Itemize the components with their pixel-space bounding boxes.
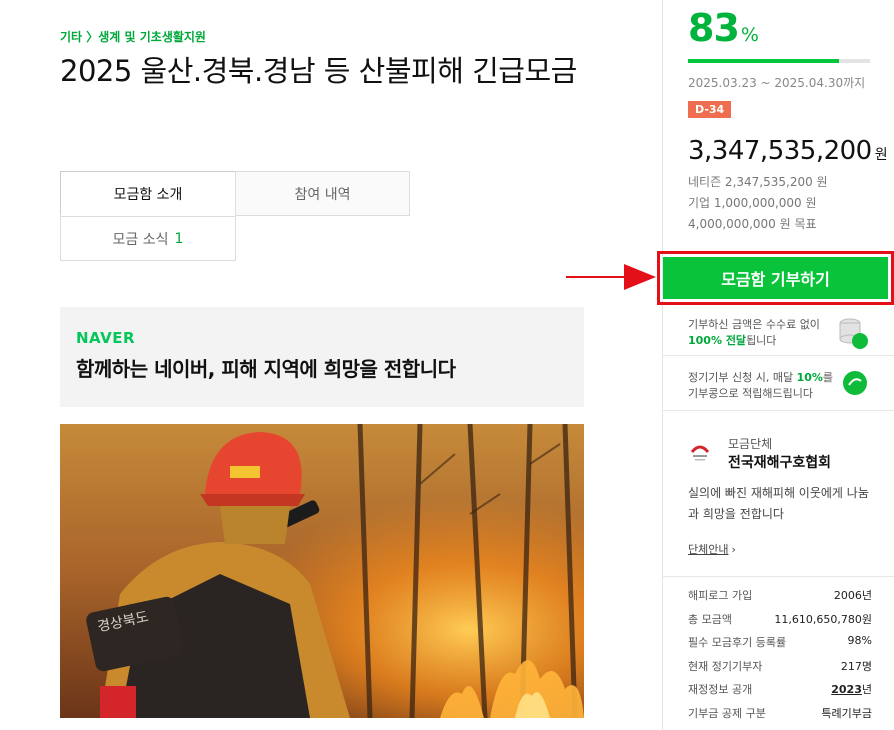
amount-breakdown: 네티즌 2,347,535,200 원 기업 1,000,000,000 원 4… — [688, 172, 828, 235]
amount-value: 3,347,535,200 — [688, 136, 872, 166]
total-amount: 3,347,535,200 원 — [688, 136, 888, 166]
naver-logo: NAVER — [76, 329, 136, 347]
benefit2-bold: 10% — [796, 371, 823, 384]
org-name[interactable]: 전국재해구호협회 — [728, 452, 831, 472]
stats-divider — [663, 576, 894, 577]
section-divider — [663, 410, 894, 411]
stat-value: 특례기부금 — [821, 706, 872, 720]
dday-badge: D-34 — [688, 101, 732, 118]
financial-year-link[interactable]: 2023 — [831, 683, 862, 696]
org-logo-icon — [690, 445, 710, 461]
stat-label: 해피로그 가입 — [688, 589, 753, 602]
benefit-regular: 정기기부 신청 시, 매달 10%를 기부콩으로 적립해드립니다 — [688, 370, 833, 402]
company-amount: 기업 1,000,000,000 원 — [688, 196, 817, 210]
stat-label: 기부금 공제 구분 — [688, 706, 766, 720]
stat-label: 현재 정기기부자 — [688, 659, 763, 673]
amount-unit: 원 — [874, 147, 888, 163]
stat-value: 11,610,650,780원 — [774, 612, 872, 626]
stat-label: 재정정보 공개 — [688, 683, 753, 696]
benefit1-bold: 100% 전달 — [688, 334, 747, 347]
benefit1-line1: 기부하신 금액은 수수료 없이 — [688, 318, 820, 331]
percent-unit: % — [740, 24, 759, 46]
tab-news[interactable]: 모금 소식 1 — [60, 216, 236, 261]
stat-label: 필수 모금후기 등록률 — [688, 636, 787, 649]
benefit2-line2: 기부콩으로 적립해드립니다 — [688, 387, 813, 400]
percent-value: 83 — [688, 6, 740, 50]
chevron-right-icon: › — [731, 543, 736, 556]
tab-intro[interactable]: 모금함 소개 — [60, 171, 236, 216]
goal-amount: 4,000,000,000 원 목표 — [688, 217, 817, 231]
org-info-link[interactable]: 단체안내 › — [688, 541, 736, 557]
progress-bar-fill — [688, 59, 840, 63]
org-link-label: 단체안내 — [688, 543, 729, 556]
progress-percent: 83% — [688, 6, 759, 50]
bean-icon — [843, 371, 867, 395]
benefit1-tail: 됩니다 — [746, 334, 777, 347]
stat-row: 기부금 공제 구분 특례기부금 — [688, 705, 872, 729]
tab-news-count: 1 — [174, 230, 184, 247]
red-arrow-icon — [566, 264, 656, 290]
org-description: 실의에 빠진 재해피해 이웃에게 나눔과 희망을 전합니다 — [688, 486, 869, 521]
page-title: 2025 울산.경북.경남 등 산불피해 긴급모금 — [60, 54, 577, 88]
year-unit: 년 — [861, 683, 872, 696]
stat-value: 98% — [847, 634, 872, 647]
benefit-no-fee: 기부하신 금액은 수수료 없이 100% 전달됩니다 — [688, 317, 820, 349]
donate-button[interactable]: 모금함 기부하기 — [663, 257, 888, 299]
progress-bar — [688, 59, 870, 63]
netizen-amount: 네티즌 2,347,535,200 원 — [688, 175, 828, 189]
tab-participation[interactable]: 참여 내역 — [235, 171, 410, 216]
firefighter-photo: 경상북도 — [60, 424, 584, 718]
benefit-divider — [663, 355, 894, 356]
stat-value: 2023년 — [831, 681, 872, 705]
donate-button-highlight: 모금함 기부하기 — [657, 251, 894, 305]
org-label: 모금단체 — [728, 437, 773, 451]
stat-row: 현재 정기기부자 217명 — [688, 658, 872, 682]
benefit2-head: 정기기부 신청 시, 매달 — [688, 371, 797, 384]
stat-row: 총 모금액 11,610,650,780원 — [688, 611, 872, 635]
stat-row: 필수 모금후기 등록률 98% — [688, 634, 872, 658]
sidebar-divider — [662, 0, 663, 730]
benefit2-tail: 를 — [822, 371, 834, 384]
stat-value: 217명 — [840, 659, 872, 673]
stat-row: 해피로그 가입 2006년 — [688, 587, 872, 611]
category-breadcrumb[interactable]: 기타 〉생계 및 기초생활지원 — [60, 28, 206, 45]
org-stats: 해피로그 가입 2006년 총 모금액 11,610,650,780원 필수 모… — [688, 587, 872, 728]
naver-banner: NAVER 함께하는 네이버, 피해 지역에 희망을 전합니다 — [60, 307, 584, 407]
fundraising-period: 2025.03.23 ~ 2025.04.30까지 — [688, 76, 866, 90]
stat-label: 총 모금액 — [688, 612, 732, 626]
stat-row: 재정정보 공개 2023년 — [688, 681, 872, 705]
naver-headline: 함께하는 네이버, 피해 지역에 희망을 전합니다 — [76, 357, 456, 381]
tab-news-label: 모금 소식 — [112, 231, 169, 248]
stat-value: 2006년 — [833, 589, 872, 602]
coins-icon — [839, 318, 868, 349]
